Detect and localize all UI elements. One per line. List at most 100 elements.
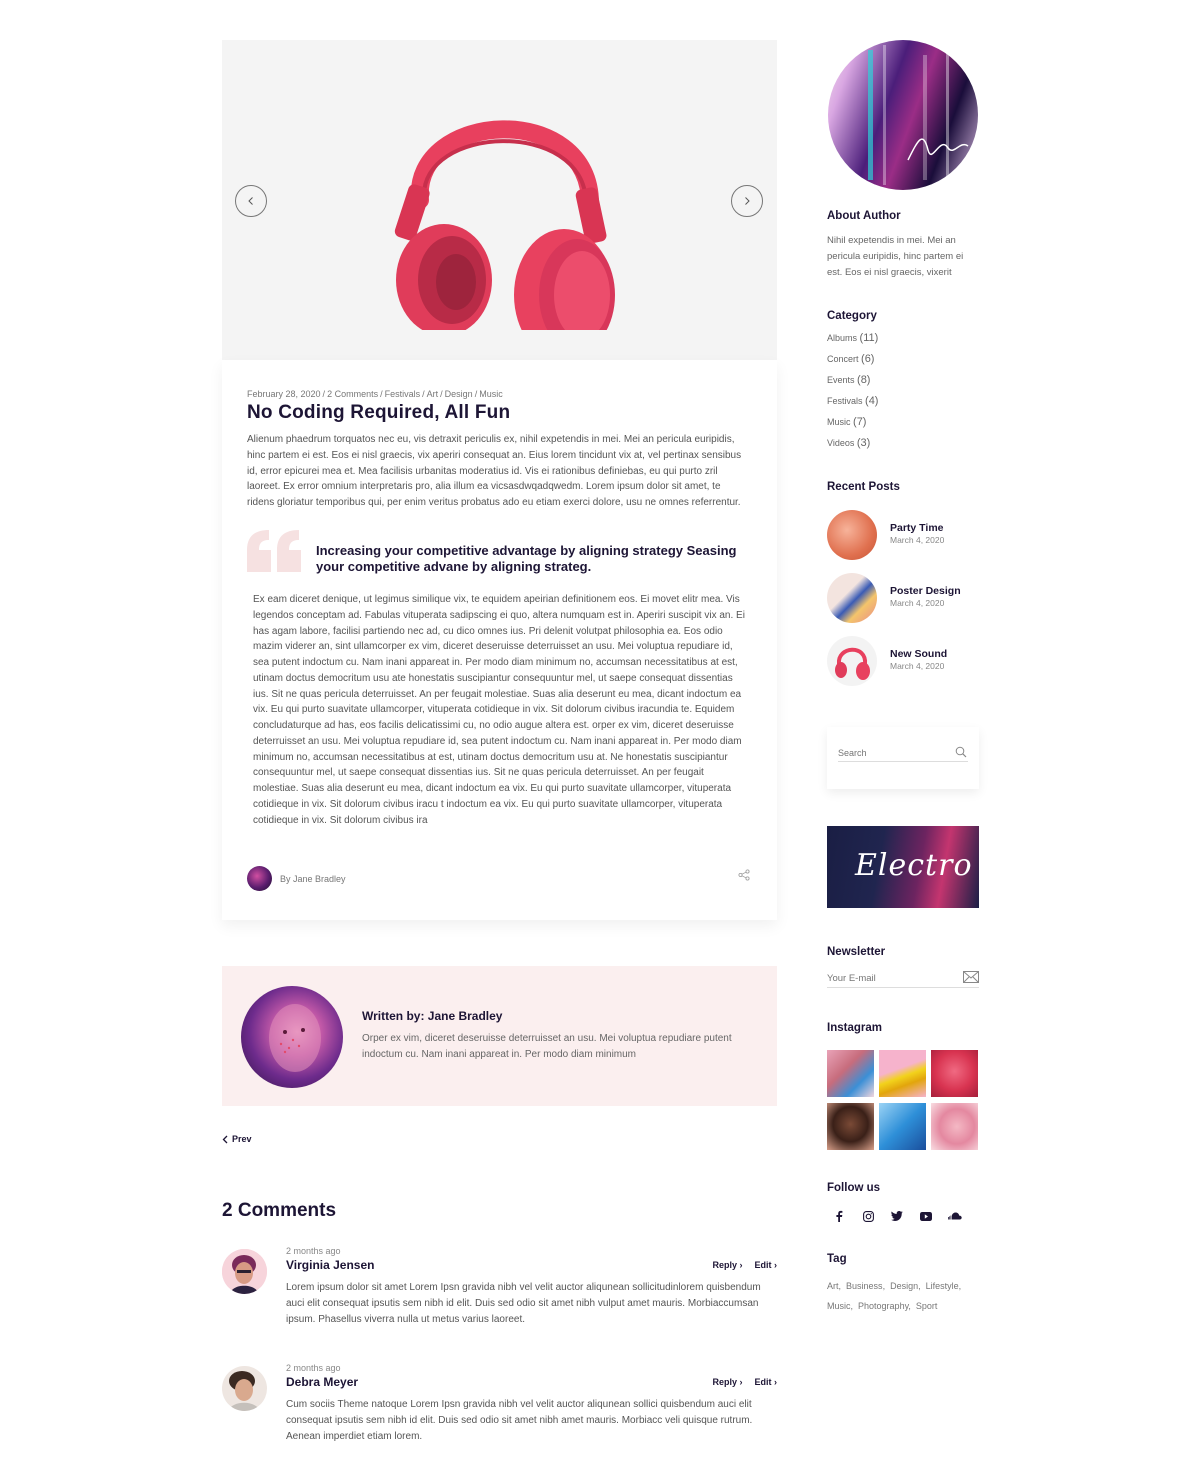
recent-post-thumb [827,573,877,623]
category-item-albums[interactable]: Albums (11) [827,332,878,353]
tag-title: Tag [827,1253,847,1265]
reply-button[interactable]: Reply › [712,1377,742,1387]
prev-post-link[interactable]: Prev [222,1134,252,1144]
electro-banner[interactable]: Electro [827,826,979,908]
search-icon[interactable] [955,746,967,758]
newsletter-email-field[interactable] [827,970,979,988]
comment-time: 2 months ago [286,1246,341,1256]
banner-text: Electro [855,848,973,883]
envelope-icon[interactable] [963,971,979,983]
instagram-photo[interactable] [931,1103,978,1150]
search-input[interactable] [838,745,968,762]
category-item-videos[interactable]: Videos (3) [827,437,878,458]
edit-button[interactable]: Edit › [755,1377,778,1387]
post-category-link[interactable]: Music [479,389,503,399]
post-author-name: By Jane Bradley [280,873,346,884]
post-meta: February 28, 2020/2 Comments / Festivals / A… [247,389,503,399]
author-photo [241,986,343,1088]
category-item-events[interactable]: Events (8) [827,374,878,395]
chevron-left-icon [248,197,253,205]
post-category-link[interactable]: Design [445,389,473,399]
recent-post-date: March 4, 2020 [890,598,945,608]
headphones-image [394,120,615,330]
avatar [222,1249,267,1294]
post-date[interactable]: February 28, 2020 [247,389,321,399]
recent-post-date: March 4, 2020 [890,535,945,545]
chevron-right-icon [745,197,750,205]
comment-author: Debra Meyer [286,1375,359,1389]
recent-post-item[interactable]: Poster Design March 4, 2020 [827,573,987,625]
tag-cloud: Art, Business, Design, Lifestyle, Music,… [827,1281,962,1311]
recent-post-title: Poster Design [890,585,961,597]
recent-posts-title: Recent Posts [827,481,900,493]
prev-post-label: Prev [232,1134,252,1144]
comment-time: 2 months ago [286,1363,341,1373]
author-box-text: Orper ex vim, diceret deseruisse deterru… [362,1033,732,1060]
chevron-left-icon [222,1135,228,1143]
tag-link[interactable]: Business [846,1281,883,1291]
soundcloud-icon[interactable] [948,1209,962,1223]
instagram-grid [827,1050,979,1150]
recent-post-item[interactable]: New Sound March 4, 2020 [827,636,987,688]
avatar [222,1366,267,1411]
slider-prev-button[interactable] [235,185,267,217]
category-item-festivals[interactable]: Festivals (4) [827,395,878,416]
instagram-photo[interactable] [879,1103,926,1150]
tag-link[interactable]: Art [827,1281,839,1291]
recent-post-item[interactable]: Party Time March 4, 2020 [827,510,987,562]
category-item-music[interactable]: Music (7) [827,416,878,437]
recent-post-thumb [827,636,877,686]
recent-post-title: New Sound [890,648,948,660]
post-category-link[interactable]: Art [427,389,439,399]
recent-post-thumb [827,510,877,560]
post-card: February 28, 2020/2 Comments / Festivals / A… [222,360,777,920]
about-author-image [828,40,978,190]
post-author[interactable]: By Jane Bradley [247,866,346,891]
search-widget [827,727,979,789]
instagram-photo[interactable] [879,1050,926,1097]
instagram-photo[interactable] [827,1103,874,1150]
edit-button[interactable]: Edit › [755,1260,778,1270]
category-item-concert[interactable]: Concert (6) [827,353,878,374]
post-blockquote: Increasing your competitive advantage by… [316,543,737,574]
author-bio-box: Written by: Jane Bradley Orper ex vim, d… [222,966,777,1106]
category-list: Albums (11) Concert (6) Events (8) Festi… [827,332,878,458]
slider-next-button[interactable] [731,185,763,217]
comment-text: Cum sociis Theme natoque Lorem Ipsn grav… [286,1399,753,1442]
tag-link[interactable]: Design [890,1281,918,1291]
twitter-icon[interactable] [890,1209,904,1223]
comment: 2 months ago Virginia Jensen Reply › Edi… [222,1246,777,1336]
tag-link[interactable]: Photography [858,1301,908,1311]
tag-link[interactable]: Sport [916,1301,938,1311]
post-title: No Coding Required, All Fun [247,402,511,423]
comment-actions: Reply › Edit › [712,1260,777,1270]
recent-post-date: March 4, 2020 [890,661,945,671]
about-author-text: Nihil expetendis in mei. Mei an pericula… [827,235,964,278]
category-title: Category [827,310,877,322]
post-intro: Alienum phaedrum torquatos nec eu, vis d… [247,434,742,509]
tag-link[interactable]: Music [827,1301,851,1311]
instagram-photo[interactable] [931,1050,978,1097]
comment-author: Virginia Jensen [286,1258,375,1272]
post-hero-slider [222,40,777,360]
quote-icon [247,530,301,572]
about-author-title: About Author [827,210,901,222]
follow-us-title: Follow us [827,1182,881,1194]
newsletter-title: Newsletter [827,946,886,958]
comments-heading: 2 Comments [222,1200,337,1221]
recent-post-title: Party Time [890,522,944,534]
instagram-icon[interactable] [861,1209,875,1223]
avatar [247,866,272,891]
post-category-link[interactable]: Festivals [385,389,421,399]
comment: 2 months ago Debra Meyer Reply › Edit › … [222,1363,777,1453]
tag-link[interactable]: Lifestyle [926,1281,959,1291]
instagram-photo[interactable] [827,1050,874,1097]
reply-button[interactable]: Reply › [712,1260,742,1270]
author-box-title: Written by: Jane Bradley [362,1009,503,1023]
share-icon[interactable] [738,869,750,881]
youtube-icon[interactable] [919,1209,933,1223]
social-links [832,1209,962,1223]
facebook-icon[interactable] [832,1209,846,1223]
instagram-title: Instagram [827,1022,882,1034]
post-comments-count[interactable]: 2 Comments [327,389,378,399]
